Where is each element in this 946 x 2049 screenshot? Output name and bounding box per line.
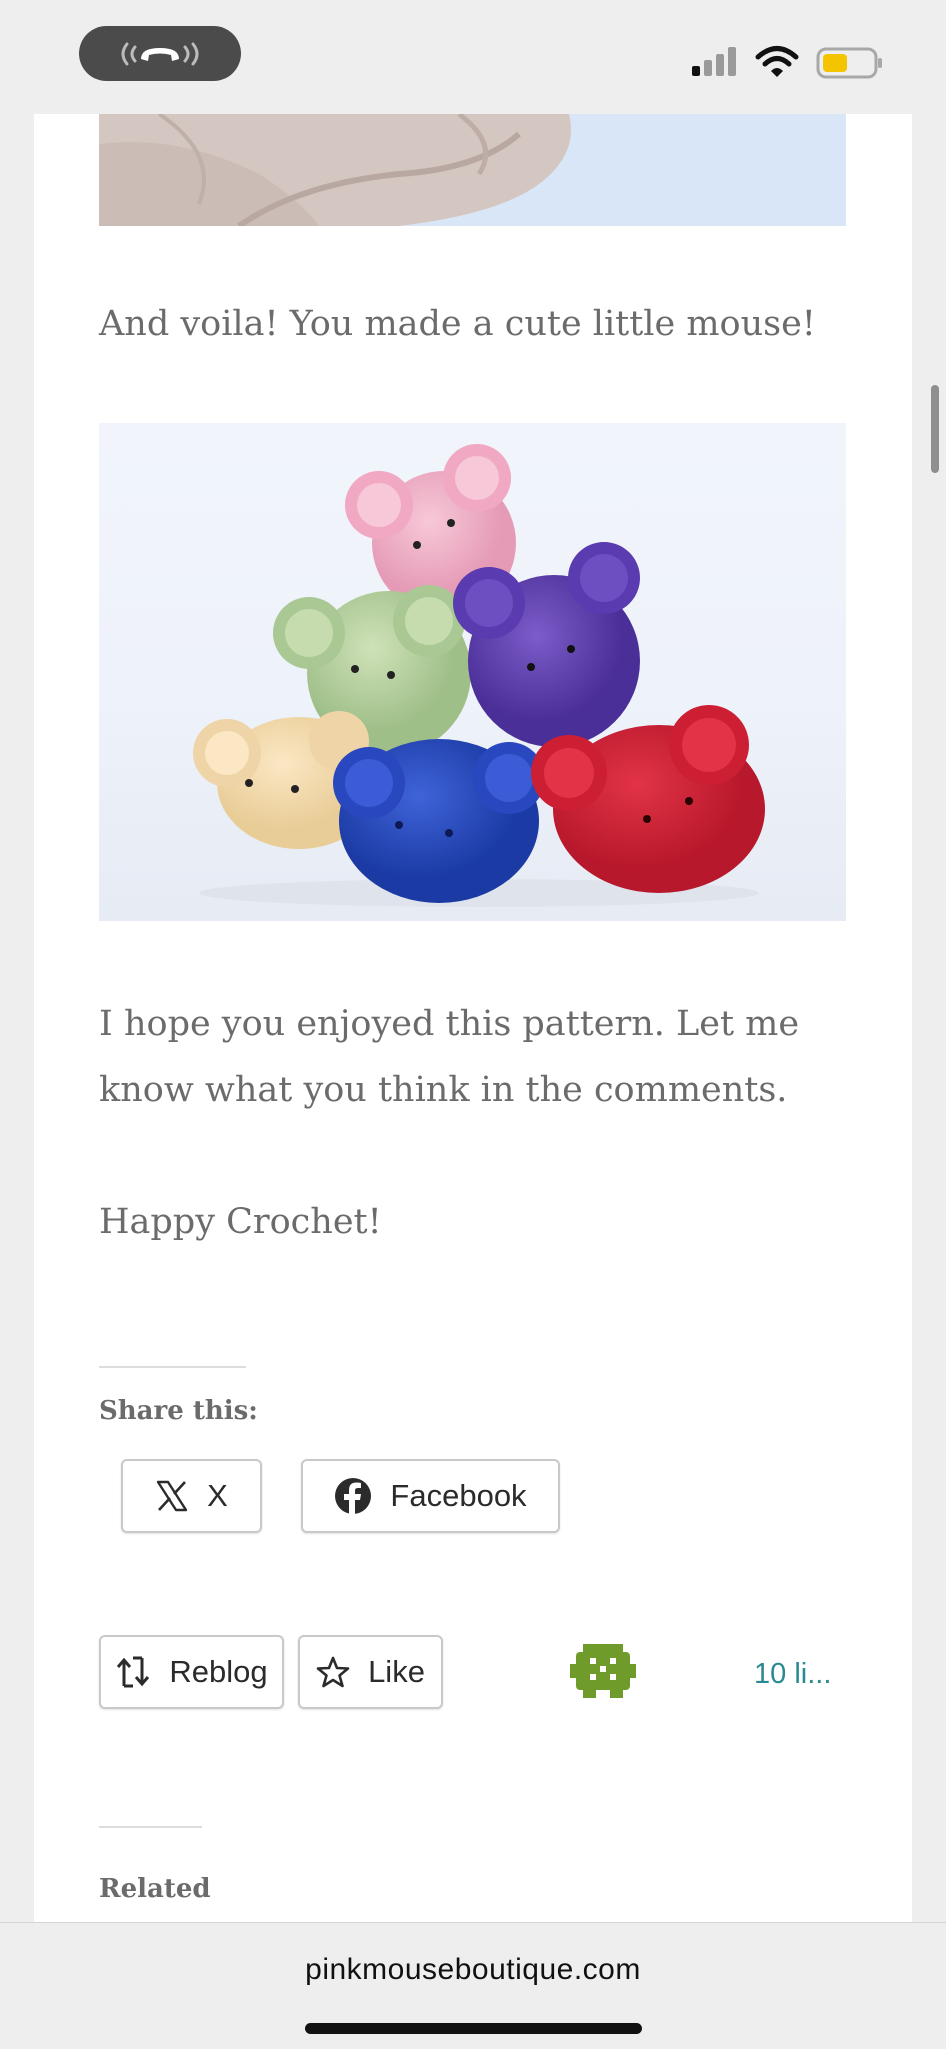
like-label: Like — [368, 1654, 425, 1689]
status-bar — [0, 0, 946, 114]
related-title: Related — [99, 1874, 211, 1904]
home-indicator[interactable] — [305, 2023, 642, 2034]
hand-photo — [99, 114, 846, 226]
share-x-button[interactable]: X — [121, 1459, 262, 1533]
reblog-label: Reblog — [169, 1654, 268, 1689]
browser-address-bar[interactable]: pinkmouseboutique.com — [0, 1922, 946, 2049]
likes-count-link[interactable]: 10 li... — [754, 1658, 831, 1691]
share-facebook-button[interactable]: Facebook — [301, 1459, 560, 1533]
star-icon — [316, 1656, 350, 1688]
green-avatar-icon[interactable] — [570, 1638, 636, 1704]
facebook-logo-icon — [335, 1478, 372, 1515]
share-divider — [99, 1366, 246, 1368]
url-text[interactable]: pinkmouseboutique.com — [0, 1953, 946, 1987]
share-facebook-label: Facebook — [390, 1478, 527, 1513]
paragraph-voila: And voila! You made a cute little mouse! — [99, 304, 816, 344]
paragraph-enjoyed: I hope you enjoyed this pattern. Let me … — [99, 1004, 800, 1110]
share-x-label: X — [207, 1478, 228, 1513]
reblog-button[interactable]: Reblog — [99, 1635, 284, 1709]
cellular-signal-icon — [692, 47, 736, 76]
page-scrollbar[interactable] — [931, 385, 939, 473]
reblog-icon — [117, 1656, 150, 1688]
like-button[interactable]: Like — [298, 1635, 443, 1709]
crochet-mice-photo — [99, 423, 846, 921]
related-divider — [99, 1826, 202, 1828]
battery-icon — [816, 47, 882, 79]
paragraph-happy-crochet: Happy Crochet! — [99, 1202, 382, 1242]
active-call-pill[interactable] — [79, 26, 241, 81]
wifi-icon — [755, 46, 799, 77]
share-title: Share this: — [99, 1396, 258, 1426]
article-content: And voila! You made a cute little mouse! — [34, 114, 912, 1922]
phone-call-icon — [121, 42, 199, 65]
x-logo-icon — [156, 1480, 188, 1512]
